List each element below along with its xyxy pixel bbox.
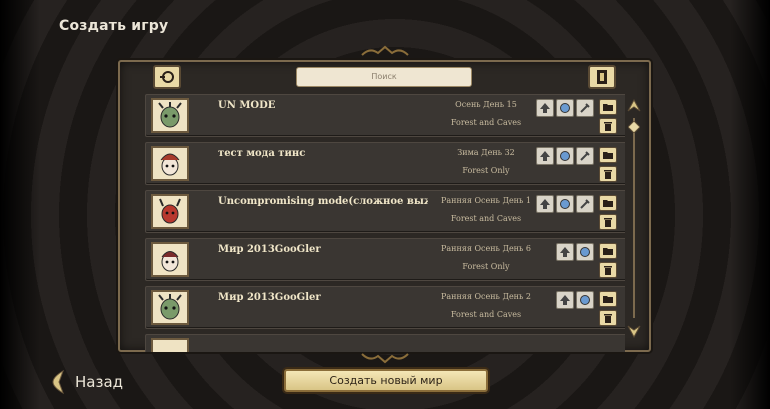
- sort-icon: [597, 70, 607, 84]
- world-tags: [556, 291, 594, 309]
- delete-button[interactable]: [599, 214, 617, 230]
- create-new-world-button[interactable]: Создать новый мир: [284, 369, 488, 392]
- filter-button[interactable]: [153, 65, 181, 89]
- world-tags: [536, 195, 594, 213]
- world-type: Forest and Caves: [450, 214, 522, 223]
- mods-tag-icon: [576, 99, 594, 117]
- world-tags: [536, 147, 594, 165]
- world-type: Forest Only: [462, 262, 510, 271]
- background-shade-right: [730, 0, 770, 409]
- pvp-tag-icon: [536, 147, 554, 165]
- list-item[interactable]: Мир 2013GooGler Ранняя Осень День 2 Fore…: [145, 286, 625, 329]
- open-folder-button[interactable]: [599, 243, 617, 259]
- pvp-tag-icon: [556, 243, 574, 261]
- world-name: UN MODE: [218, 100, 276, 111]
- online-tag-icon: [576, 291, 594, 309]
- mods-tag-icon: [576, 147, 594, 165]
- wigfrid-portrait-icon: [160, 153, 180, 176]
- list-item[interactable]: тест мода тинс Зима День 32 Forest Only: [145, 142, 625, 185]
- trash-icon: [604, 217, 612, 227]
- world-name: Мир 2013GooGler: [218, 292, 321, 303]
- mods-tag-icon: [576, 195, 594, 213]
- scrollbar-track[interactable]: [633, 118, 635, 318]
- online-tag-icon: [576, 243, 594, 261]
- open-folder-button[interactable]: [599, 147, 617, 163]
- filter-icon: [160, 71, 174, 83]
- world-name: Uncompromising mode(сложное выжива...: [218, 196, 428, 207]
- panel-ornament-top: [361, 45, 409, 56]
- online-tag-icon: [556, 195, 574, 213]
- wormwood-portrait-icon: [158, 102, 182, 128]
- character-portrait: [151, 338, 189, 352]
- scroll-up-arrow-icon[interactable]: [627, 99, 641, 115]
- wortox-portrait-icon: [159, 198, 181, 224]
- list-item[interactable]: Мир 2013GooGler Ранняя Осень День 6 Fore…: [145, 238, 625, 281]
- panel-ornament-bottom: [361, 353, 409, 364]
- trash-icon: [604, 265, 612, 275]
- back-label: Назад: [75, 373, 124, 391]
- list-item[interactable]: Uncompromising mode(сложное выжива... Ра…: [145, 190, 625, 233]
- background-shade-left: [0, 0, 40, 409]
- sort-button[interactable]: [588, 65, 616, 89]
- world-tags: [556, 243, 594, 261]
- online-tag-icon: [556, 147, 574, 165]
- trash-icon: [604, 313, 612, 323]
- world-name: Мир 2013GooGler: [218, 244, 321, 255]
- willow-portrait-icon: [161, 251, 179, 272]
- delete-button[interactable]: [599, 310, 617, 326]
- pvp-tag-icon: [556, 291, 574, 309]
- world-name: тест мода тинс: [218, 148, 306, 159]
- character-portrait: [151, 98, 189, 133]
- saved-games-list: UN MODE Осень День 15 Forest and Caves т…: [120, 92, 625, 352]
- world-type: Forest Only: [462, 166, 510, 175]
- open-folder-button[interactable]: [599, 195, 617, 211]
- character-portrait: [151, 290, 189, 325]
- open-folder-button[interactable]: [599, 99, 617, 115]
- pvp-tag-icon: [536, 99, 554, 117]
- folder-icon: [603, 152, 613, 159]
- wormwood-portrait-icon: [158, 294, 182, 320]
- folder-icon: [603, 200, 613, 207]
- world-season: Осень День 15: [455, 100, 517, 109]
- world-season: Ранняя Осень День 1: [440, 196, 531, 205]
- scrollbar-thumb[interactable]: [628, 121, 640, 133]
- folder-icon: [603, 104, 613, 111]
- world-season: Зима День 32: [457, 148, 515, 157]
- folder-icon: [603, 296, 613, 303]
- world-season: Ранняя Осень День 6: [440, 244, 531, 253]
- online-tag-icon: [556, 99, 574, 117]
- page-title: Создать игру: [59, 18, 169, 34]
- delete-button[interactable]: [599, 262, 617, 278]
- folder-icon: [603, 248, 613, 255]
- back-button[interactable]: Назад: [49, 369, 123, 395]
- list-item[interactable]: UN MODE Осень День 15 Forest and Caves: [145, 94, 625, 137]
- scroll-down-arrow-icon[interactable]: [627, 322, 641, 338]
- search-input[interactable]: Поиск: [296, 67, 472, 87]
- pvp-tag-icon: [536, 195, 554, 213]
- open-folder-button[interactable]: [599, 291, 617, 307]
- character-portrait: [151, 242, 189, 277]
- trash-icon: [604, 169, 612, 179]
- back-arrow-icon: [52, 369, 64, 395]
- delete-button[interactable]: [599, 118, 617, 134]
- character-portrait: [151, 194, 189, 229]
- trash-icon: [604, 121, 612, 131]
- world-season: Ранняя Осень День 2: [440, 292, 531, 301]
- delete-button[interactable]: [599, 166, 617, 182]
- world-tags: [536, 99, 594, 117]
- world-type: Forest and Caves: [450, 310, 522, 319]
- world-type: Forest and Caves: [450, 118, 522, 127]
- character-portrait: [151, 146, 189, 181]
